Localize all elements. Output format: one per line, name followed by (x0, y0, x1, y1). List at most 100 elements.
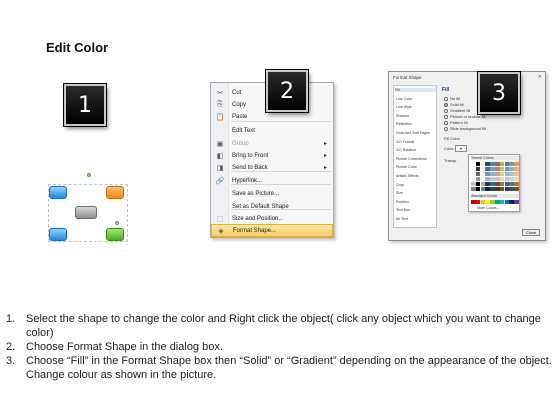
instruction-item: 2. Choose Format Shape in the dialog box. (6, 340, 554, 354)
menu-separator (231, 171, 331, 172)
nav-item-3-d-rotation[interactable]: 3-D Rotation (396, 148, 416, 152)
shape-blue-bottom[interactable] (49, 228, 67, 241)
theme-colors-header: Theme Colors (471, 156, 519, 160)
menu-item-label: Group (232, 140, 249, 147)
color-swatch[interactable] (490, 182, 495, 186)
menu-separator (231, 121, 331, 122)
shape-blue-top[interactable] (49, 186, 67, 199)
radio-button[interactable] (444, 114, 448, 119)
nav-item-line-color[interactable]: Line Color (396, 97, 412, 101)
color-swatch[interactable] (490, 172, 495, 176)
color-swatch[interactable] (514, 172, 519, 176)
color-swatch[interactable] (490, 177, 495, 181)
fill-option[interactable]: Picture or texture fill (444, 114, 485, 119)
fill-color-label: Fill Color (444, 136, 460, 141)
shapes-panel[interactable] (44, 173, 134, 248)
nav-item-picture-color[interactable]: Picture Color (396, 165, 417, 169)
color-swatch[interactable] (514, 167, 519, 171)
menu-item-format-shape[interactable]: ◈ Format Shape... (211, 224, 333, 237)
shape-green-bottom[interactable] (106, 228, 124, 241)
color-swatch[interactable] (514, 162, 519, 166)
nav-item-artistic-effects[interactable]: Artistic Effects (396, 174, 419, 178)
nav-item-reflection[interactable]: Reflection (396, 122, 412, 126)
menu-item-label: Save as Picture... (232, 190, 280, 197)
fill-option[interactable]: Pattern fill (444, 120, 468, 125)
transparency-label: Transp (444, 158, 457, 163)
radio-button[interactable] (444, 108, 448, 113)
menu-item-label: Hyperlink... (232, 177, 263, 184)
color-label: Color: (444, 146, 455, 151)
menu-item-label: Bring to Front (232, 152, 269, 159)
radio-button[interactable] (444, 102, 448, 107)
color-dropdown-button[interactable]: ▾ (455, 145, 467, 152)
menu-icon: ◨ (216, 164, 224, 172)
color-swatch[interactable] (490, 167, 495, 171)
radio-button[interactable] (444, 126, 448, 131)
instruction-number: 1. (6, 313, 16, 325)
standard-color-swatch[interactable] (514, 200, 519, 204)
format-shape-dialog: Format Shape ✕ Fill Line Color Line Style S… (388, 71, 546, 241)
nav-item-alt-text[interactable]: Alt Text (396, 217, 408, 221)
menu-icon: ◧ (216, 152, 224, 160)
fill-option-label: Picture or texture fill (450, 114, 486, 119)
menu-icon: ◈ (218, 227, 224, 235)
close-button[interactable]: Close (522, 229, 540, 236)
nav-item-glow-and-soft-edges[interactable]: Glow and Soft Edges (396, 131, 430, 135)
instruction-number: 3. (6, 355, 16, 367)
instructions-list: 1. Select the shape to change the color a… (6, 312, 554, 382)
menu-item-hyperlink[interactable]: 🔗 Hyperlink... (211, 174, 333, 187)
dialog-close-icon[interactable]: ✕ (538, 74, 542, 80)
nav-item-size[interactable]: Size (396, 191, 403, 195)
menu-item-edit-text[interactable]: Edit Text (211, 124, 333, 137)
nav-item-picture-corrections[interactable]: Picture Corrections (396, 157, 427, 161)
nav-item-3-d-format[interactable]: 3-D Format (396, 140, 414, 144)
fill-option-label: No fill (450, 96, 461, 101)
fill-option[interactable]: Solid fill (444, 102, 464, 107)
menu-item-label: Paste (232, 113, 248, 120)
nav-item-shadow[interactable]: Shadow (396, 114, 409, 118)
step-badge-3: 3 (478, 72, 520, 114)
menu-item-label: Size and Position... (232, 215, 284, 222)
fill-option-label: Slide background fill (450, 126, 486, 131)
fill-section-title: Fill (442, 87, 450, 93)
shape-grey-center[interactable] (75, 206, 97, 219)
green-handle[interactable] (115, 221, 119, 225)
instruction-number: 2. (6, 341, 16, 353)
color-swatch[interactable] (490, 162, 495, 166)
nav-item-text-box[interactable]: Text Box (396, 208, 410, 212)
menu-icon: 📋 (215, 113, 225, 121)
menu-item-label: Edit Text (232, 127, 255, 134)
nav-item-position[interactable]: Position (396, 200, 409, 204)
menu-icon: ▣ (216, 140, 224, 148)
rotation-handle[interactable] (87, 173, 91, 177)
menu-separator (231, 184, 331, 185)
radio-button[interactable] (444, 96, 448, 101)
more-colors-link[interactable]: More Colors... (477, 206, 500, 210)
menu-item-send-to-back[interactable]: ◨ Send to Back ▸ (211, 161, 333, 174)
menu-item-save-as-picture[interactable]: Save as Picture... (211, 187, 333, 200)
instruction-text: Choose Format Shape in the dialog box. (26, 341, 223, 353)
fill-option-label: Pattern fill (450, 120, 468, 125)
instruction-item: 3. Choose “Fill” in the Format Shape box … (6, 354, 554, 382)
shape-orange-top[interactable] (106, 186, 124, 199)
color-swatch[interactable] (490, 187, 495, 191)
color-swatch[interactable] (514, 182, 519, 186)
instruction-item: 1. Select the shape to change the color a… (6, 312, 554, 340)
menu-item-label: Format Shape... (233, 227, 277, 234)
fill-option[interactable]: Slide background fill (444, 126, 486, 131)
color-swatch[interactable] (514, 187, 519, 191)
standard-color-swatch[interactable] (490, 200, 495, 204)
fill-option[interactable]: No fill (444, 96, 460, 101)
page-title: Edit Color (46, 40, 109, 55)
fill-option[interactable]: Gradient fill (444, 108, 470, 113)
submenu-arrow-icon: ▸ (323, 141, 327, 147)
submenu-arrow-icon: ▸ (323, 165, 327, 171)
radio-button[interactable] (444, 120, 448, 125)
nav-item-crop[interactable]: Crop (396, 183, 404, 187)
menu-icon: ⬚ (216, 215, 224, 223)
nav-item-fill[interactable]: Fill (395, 88, 436, 92)
color-swatch[interactable] (514, 177, 519, 181)
standard-colors-header: Standard Colors (471, 194, 519, 198)
nav-item-line-style[interactable]: Line Style (396, 105, 412, 109)
menu-icon: 🔗 (215, 177, 225, 185)
